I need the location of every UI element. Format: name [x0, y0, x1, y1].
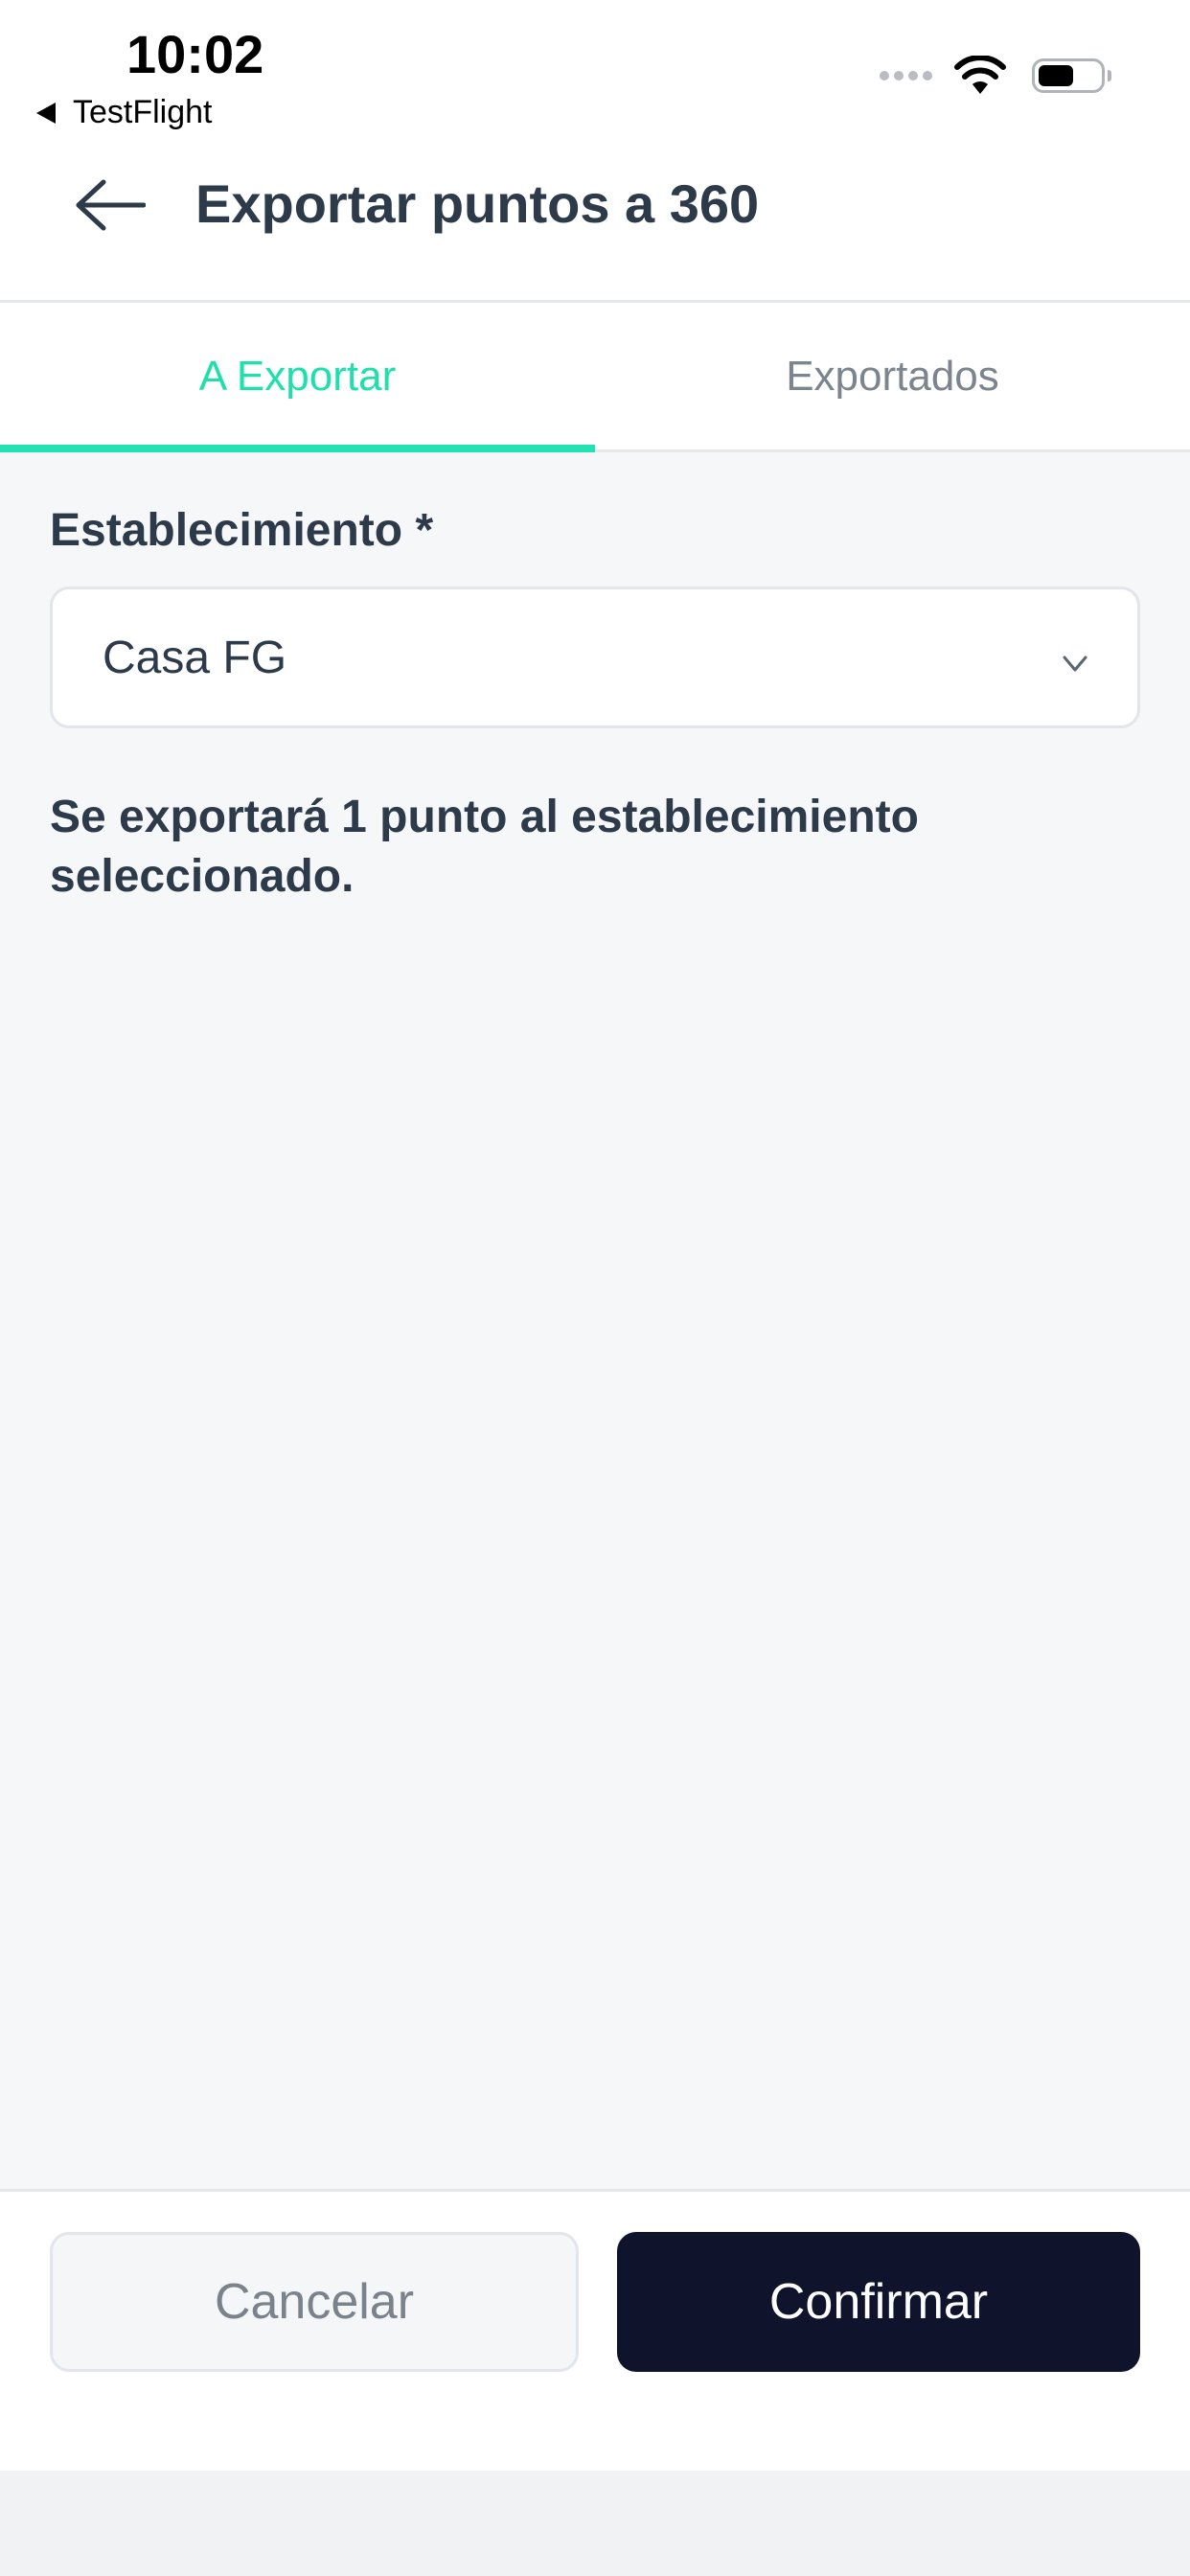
cancel-button[interactable]: Cancelar: [50, 2232, 579, 2372]
status-back-to-app[interactable]: TestFlight: [36, 94, 213, 131]
export-info-text: Se exportará 1 punto al establecimiento …: [50, 792, 919, 902]
establishment-label: Establecimiento *: [50, 505, 434, 556]
status-time: 10:02: [126, 24, 264, 84]
confirm-button[interactable]: Confirmar: [617, 2232, 1140, 2372]
back-triangle-icon: [36, 102, 56, 124]
establishment-select[interactable]: Casa FG: [50, 586, 1140, 728]
tab-exportados[interactable]: Exportados: [595, 303, 1190, 449]
app-header: 10:02 TestFlight Exportar puntos a 360: [0, 0, 1190, 303]
status-icons: [880, 56, 1111, 96]
tab-bar: A Exportar Exportados: [0, 303, 1190, 452]
signal-icon: [880, 71, 932, 80]
tab-a-exportar[interactable]: A Exportar: [0, 303, 595, 452]
footer-actions: Cancelar Confirmar: [0, 2189, 1190, 2471]
establishment-select-value: Casa FG: [103, 632, 287, 683]
wifi-icon: [954, 56, 1006, 94]
battery-icon: [1032, 58, 1105, 93]
page-title: Exportar puntos a 360: [195, 173, 760, 234]
home-indicator-area: [0, 2471, 1190, 2576]
status-back-label: TestFlight: [73, 94, 213, 130]
arrow-left-icon[interactable]: [73, 176, 146, 234]
chevron-down-icon: [1063, 656, 1087, 672]
